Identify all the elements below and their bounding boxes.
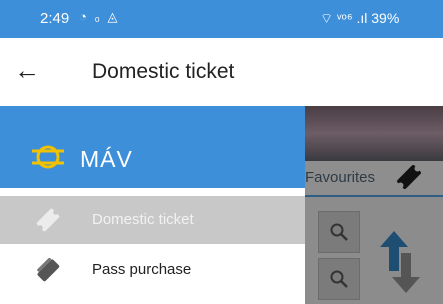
pass-icon <box>37 258 60 282</box>
status-notification-icons: ◔ ₀ ◬ <box>79 9 120 24</box>
drawer-header: MÁV <box>0 106 305 188</box>
status-bar: 2:49 ◔ ₀ ◬ ⌔ ᵛᵒ⁶ .ıl 39% <box>0 0 443 38</box>
search-icon <box>330 270 348 288</box>
favourites-tab[interactable]: Favourites <box>305 169 375 186</box>
search-icon <box>330 223 348 241</box>
drawer-item-domestic-ticket[interactable]: Domestic ticket <box>0 196 305 244</box>
page-title: Domestic ticket <box>92 60 235 83</box>
ticket-icon[interactable] <box>393 161 425 193</box>
drawer-item-label: Domestic ticket <box>92 211 194 228</box>
app-bar: ← Domestic ticket <box>0 38 443 106</box>
search-button-from[interactable] <box>318 211 360 253</box>
swap-direction-icon[interactable] <box>380 231 420 293</box>
header-photo <box>305 106 443 161</box>
search-button-to[interactable] <box>318 258 360 300</box>
drawer-item-pass-purchase[interactable]: Pass purchase <box>0 246 305 294</box>
status-battery-signal: ⌔ ᵛᵒ⁶ .ıl 39% <box>320 10 400 26</box>
ticket-icon <box>36 208 60 232</box>
navigation-drawer: MÁV Domestic ticket Pass purchase <box>0 106 305 304</box>
status-time: 2:49 <box>40 10 70 27</box>
brand-name: MÁV <box>80 146 133 172</box>
drawer-item-label: Pass purchase <box>92 261 192 278</box>
mav-logo-icon <box>32 145 64 169</box>
arrow-left-icon[interactable]: ← <box>14 55 40 86</box>
